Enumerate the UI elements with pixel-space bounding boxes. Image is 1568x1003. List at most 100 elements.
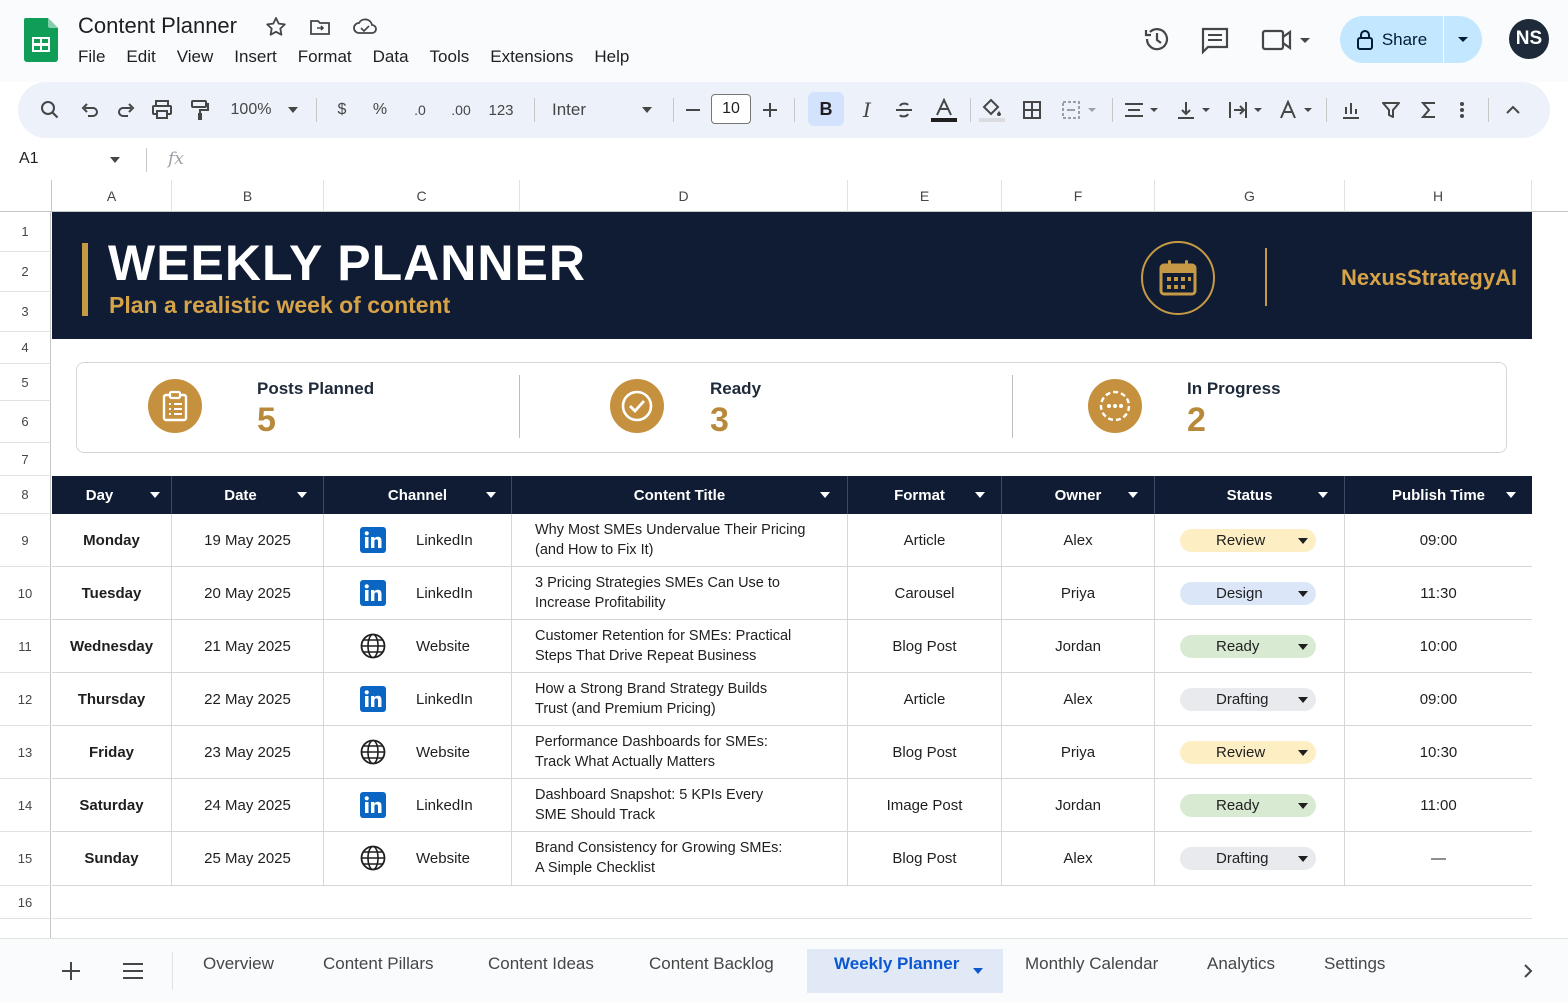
column-header-g[interactable]: G (1155, 180, 1345, 212)
publish-time-cell[interactable]: 10:30 (1345, 726, 1532, 779)
row-header-10[interactable]: 10 (0, 567, 51, 620)
format-cell[interactable]: Carousel (848, 567, 1002, 620)
publish-time-cell[interactable]: — (1345, 832, 1532, 885)
menu-view[interactable]: View (177, 47, 214, 67)
font-size-input[interactable]: 10 (711, 94, 751, 124)
owner-cell[interactable]: Alex (1002, 514, 1155, 567)
filter-dropdown-icon[interactable] (1318, 492, 1328, 498)
owner-cell[interactable]: Alex (1002, 673, 1155, 726)
column-header-e[interactable]: E (848, 180, 1002, 212)
date-cell[interactable]: 24 May 2025 (172, 779, 324, 832)
fill-color-icon[interactable] (978, 82, 1006, 138)
content-title-cell[interactable]: Performance Dashboards for SMEs: Track Wh… (512, 726, 848, 779)
row-header-15[interactable]: 15 (0, 832, 51, 886)
sheets-logo-icon[interactable] (24, 18, 58, 62)
date-cell[interactable]: 22 May 2025 (172, 673, 324, 726)
menu-data[interactable]: Data (373, 47, 409, 67)
column-header-b[interactable]: B (172, 180, 324, 212)
publish-time-cell[interactable]: 11:30 (1345, 567, 1532, 620)
owner-cell[interactable]: Jordan (1002, 620, 1155, 673)
status-dropdown[interactable]: Review (1180, 741, 1316, 764)
row-header-16[interactable]: 16 (0, 886, 51, 919)
star-icon[interactable] (264, 15, 288, 39)
day-cell[interactable]: Wednesday (52, 620, 172, 673)
content-title-cell[interactable]: Why Most SMEs Undervalue Their Pricing (a… (512, 514, 848, 567)
version-history-icon[interactable] (1142, 24, 1172, 54)
content-title-cell[interactable]: Customer Retention for SMEs: Practical St… (512, 620, 848, 673)
select-all-corner[interactable] (0, 180, 52, 212)
row-header-5[interactable]: 5 (0, 364, 51, 401)
search-menus-icon[interactable] (36, 82, 64, 138)
day-cell[interactable]: Tuesday (52, 567, 172, 620)
all-sheets-icon[interactable] (122, 962, 144, 980)
filter-dropdown-icon[interactable] (975, 492, 985, 498)
filter-icon[interactable] (1378, 82, 1404, 138)
status-dropdown[interactable]: Drafting (1180, 847, 1316, 870)
name-box[interactable]: A1 (19, 150, 39, 168)
day-cell[interactable]: Saturday (52, 779, 172, 832)
menu-extensions[interactable]: Extensions (490, 47, 573, 67)
row-header-12[interactable]: 12 (0, 673, 51, 726)
date-cell[interactable]: 23 May 2025 (172, 726, 324, 779)
content-title-cell[interactable]: How a Strong Brand Strategy Builds Trust … (512, 673, 848, 726)
day-cell[interactable]: Thursday (52, 673, 172, 726)
merge-cells-icon[interactable] (1058, 82, 1102, 138)
text-rotation-icon[interactable] (1276, 82, 1316, 138)
borders-icon[interactable] (1018, 82, 1046, 138)
row-header-3[interactable]: 3 (0, 292, 51, 332)
row-header-11[interactable]: 11 (0, 620, 51, 673)
row-header-1[interactable]: 1 (0, 212, 51, 252)
scroll-tabs-right-icon[interactable] (1522, 962, 1534, 980)
tab-content-pillars[interactable]: Content Pillars (323, 954, 434, 974)
share-button[interactable]: Share (1340, 16, 1482, 63)
format-cell[interactable]: Blog Post (848, 620, 1002, 673)
column-header-a[interactable]: A (52, 180, 172, 212)
content-title-cell[interactable]: Dashboard Snapshot: 5 KPIs Every SME Shou… (512, 779, 848, 832)
menu-file[interactable]: File (78, 47, 105, 67)
text-color-icon[interactable] (930, 82, 958, 138)
tab-monthly-calendar[interactable]: Monthly Calendar (1025, 954, 1158, 974)
format-cell[interactable]: Blog Post (848, 832, 1002, 885)
print-icon[interactable] (148, 82, 176, 138)
move-folder-icon[interactable] (308, 15, 332, 39)
row-header-13[interactable]: 13 (0, 726, 51, 779)
content-title-cell[interactable]: Brand Consistency for Growing SMEs: A Sim… (512, 832, 848, 885)
cloud-status-icon[interactable] (352, 15, 378, 39)
date-cell[interactable]: 19 May 2025 (172, 514, 324, 567)
publish-time-cell[interactable]: 11:00 (1345, 779, 1532, 832)
filter-dropdown-icon[interactable] (820, 492, 830, 498)
avatar[interactable]: NS (1509, 19, 1549, 59)
vertical-align-icon[interactable] (1174, 82, 1214, 138)
filter-dropdown-icon[interactable] (150, 492, 160, 498)
owner-cell[interactable]: Priya (1002, 567, 1155, 620)
text-wrapping-icon[interactable] (1226, 82, 1266, 138)
menu-edit[interactable]: Edit (126, 47, 155, 67)
more-options-icon[interactable] (1452, 82, 1472, 138)
add-sheet-icon[interactable] (60, 960, 82, 982)
format-cell[interactable]: Blog Post (848, 726, 1002, 779)
insert-chart-icon[interactable] (1338, 82, 1364, 138)
day-cell[interactable]: Sunday (52, 832, 172, 885)
more-formats-button[interactable]: 123 (484, 82, 518, 138)
header-publish-time[interactable]: Publish Time (1345, 476, 1532, 514)
tab-menu-caret-icon[interactable] (973, 968, 983, 974)
filter-dropdown-icon[interactable] (1128, 492, 1138, 498)
date-cell[interactable]: 20 May 2025 (172, 567, 324, 620)
day-cell[interactable]: Monday (52, 514, 172, 567)
name-box-caret-icon[interactable] (110, 157, 120, 163)
collapse-toolbar-icon[interactable] (1500, 82, 1526, 138)
status-dropdown[interactable]: Ready (1180, 635, 1316, 658)
column-header-d[interactable]: D (520, 180, 848, 212)
decrease-decimal-button[interactable]: .0 (406, 82, 434, 138)
comments-icon[interactable] (1200, 25, 1230, 55)
row-header-6[interactable]: 6 (0, 401, 51, 443)
menu-format[interactable]: Format (298, 47, 352, 67)
meet-icon[interactable] (1260, 26, 1316, 54)
increase-decimal-button[interactable]: .00 (446, 82, 476, 138)
tab-content-backlog[interactable]: Content Backlog (649, 954, 774, 974)
column-header-h[interactable]: H (1345, 180, 1532, 212)
column-header-c[interactable]: C (324, 180, 520, 212)
day-cell[interactable]: Friday (52, 726, 172, 779)
format-percent-button[interactable]: % (368, 82, 392, 138)
filter-dropdown-icon[interactable] (1506, 492, 1516, 498)
